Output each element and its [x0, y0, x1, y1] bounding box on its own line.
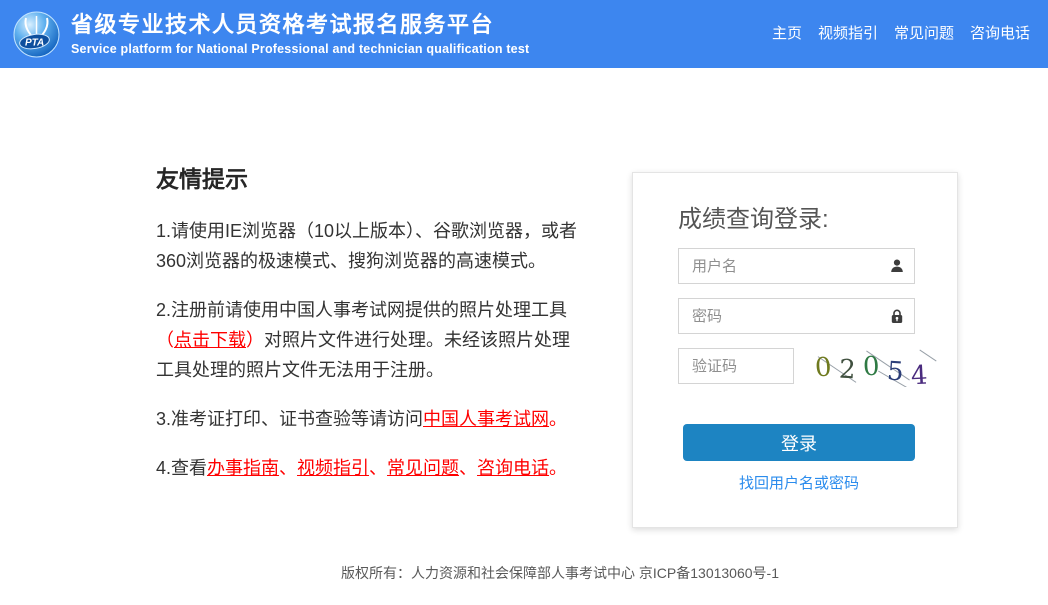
tip-4-text-pre: 4.查看	[156, 458, 208, 478]
footer: 版权所有：人力资源和社会保障部人事考试中心 京ICP备13013060号-1	[0, 563, 1048, 583]
nav-video-guide[interactable]: 视频指引	[818, 22, 878, 43]
login-title: 成绩查询登录:	[678, 206, 829, 233]
link-cpta-site[interactable]: 中国人事考试网	[423, 409, 549, 429]
tip-1-text: 1.请使用IE浏览器（10以上版本）、谷歌浏览器，或者360浏览器的极速模式、搜…	[156, 221, 578, 271]
tip-1: 1.请使用IE浏览器（10以上版本）、谷歌浏览器，或者360浏览器的极速模式、搜…	[156, 216, 580, 276]
site-subtitle: Service platform for National Profession…	[71, 41, 530, 56]
captcha-digit: 0	[862, 351, 881, 383]
tip-3-text-pre: 3.准考证打印、证书查验等请访问	[156, 409, 424, 429]
tip-4-separator: 、	[369, 458, 388, 478]
link-guide[interactable]: 办事指南	[207, 458, 279, 478]
logo-text: PTA	[25, 37, 44, 48]
captcha-field-wrap	[678, 348, 794, 384]
tip-3-period: 。	[549, 409, 568, 429]
tip-2-paren-close: ）	[246, 330, 264, 350]
captcha-input[interactable]	[678, 348, 794, 384]
captcha-digit: 5	[885, 356, 905, 387]
captcha-row: 0 2 0 5 4	[678, 348, 957, 387]
nav-phone[interactable]: 咨询电话	[970, 22, 1030, 43]
link-download[interactable]: 点击下载	[174, 330, 246, 350]
logo-area: PTA 省级专业技术人员资格考试报名服务平台 Service platform …	[0, 11, 529, 58]
nav-home[interactable]: 主页	[772, 22, 802, 43]
tip-2-paren-open: （	[156, 330, 174, 350]
login-panel: 成绩查询登录: 用户名 验证码 0 2 0 5 4 登录 找回用户名或密码	[632, 172, 958, 528]
forgot-credentials-link[interactable]: 找回用户名或密码	[683, 472, 915, 493]
username-input[interactable]	[678, 248, 915, 284]
link-video-guide[interactable]: 视频指引	[297, 458, 369, 478]
nav-faq[interactable]: 常见问题	[894, 22, 954, 43]
copyright-text: 版权所有：人力资源和社会保障部人事考试中心 京ICP备13013060号-1	[341, 565, 779, 581]
link-faq[interactable]: 常见问题	[387, 458, 459, 478]
tips-heading: 友情提示	[156, 166, 248, 192]
captcha-digits: 0 2 0 5 4	[813, 351, 931, 387]
tip-2: 2.注册前请使用中国人事考试网提供的照片处理工具（点击下载）对照片文件进行处理。…	[156, 295, 580, 385]
username-field-wrap	[678, 248, 915, 284]
login-panel-inner: 成绩查询登录: 用户名 验证码 0 2 0 5 4 登录 找回用户名或密码	[633, 173, 957, 493]
header-bar: PTA 省级专业技术人员资格考试报名服务平台 Service platform …	[0, 0, 1048, 68]
header-nav: 主页 视频指引 常见问题 咨询电话	[756, 22, 1030, 43]
captcha-digit: 4	[910, 360, 929, 387]
password-input[interactable]	[678, 298, 915, 334]
tip-4-separator: 、	[459, 458, 478, 478]
tip-4-separator: 、	[279, 458, 298, 478]
tip-3: 3.准考证打印、证书查验等请访问中国人事考试网。	[156, 404, 580, 434]
link-phone[interactable]: 咨询电话	[477, 458, 549, 478]
tip-4: 4.查看办事指南、视频指引、常见问题、咨询电话。	[156, 453, 580, 483]
tip-4-period: 。	[549, 458, 568, 478]
login-button[interactable]: 登录	[683, 424, 915, 461]
captcha-digit: 2	[838, 354, 857, 386]
pta-logo-icon: PTA	[13, 11, 60, 58]
tip-2-text-pre: 2.注册前请使用中国人事考试网提供的照片处理工具	[156, 300, 568, 320]
friendly-tips-section: 友情提示 1.请使用IE浏览器（10以上版本）、谷歌浏览器，或者360浏览器的极…	[156, 160, 580, 502]
site-title: 省级专业技术人员资格考试报名服务平台	[71, 11, 495, 37]
captcha-digit: 0	[813, 352, 833, 384]
captcha-image[interactable]: 0 2 0 5 4	[810, 349, 942, 387]
site-title-block: 省级专业技术人员资格考试报名服务平台 Service platform for …	[71, 11, 530, 56]
password-field-wrap	[678, 298, 915, 334]
